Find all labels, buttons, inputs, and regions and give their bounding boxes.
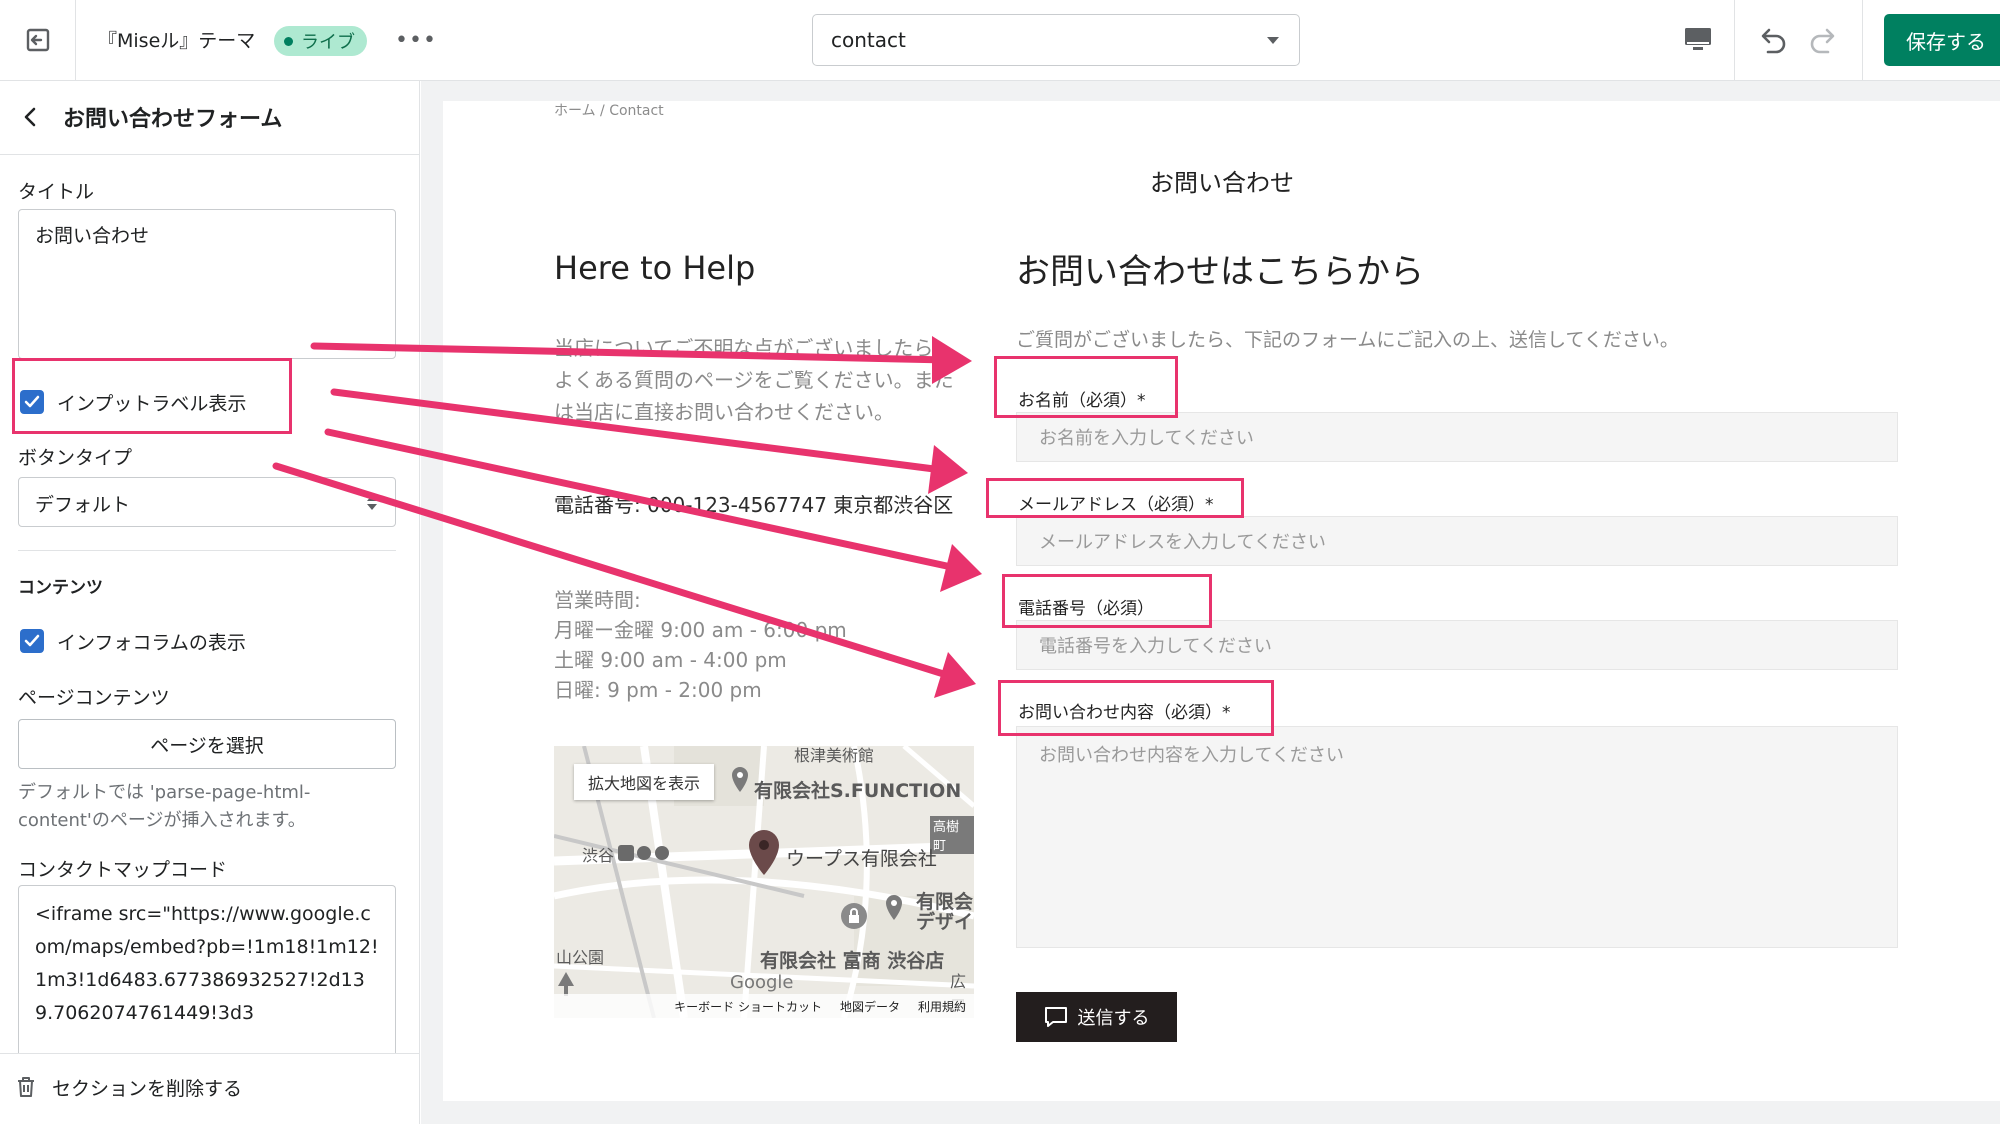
top-bar: 『Miseル』テーマ ライブ ••• contact 保存する (0, 0, 2000, 81)
save-button[interactable]: 保存する (1884, 14, 2000, 66)
form-title: お問い合わせはこちらから (1016, 252, 1424, 292)
info-column-checkbox[interactable] (20, 629, 44, 653)
redo-icon (1810, 28, 1835, 54)
sidebar-divider (18, 550, 396, 551)
map-label-shibuya: 渋谷 (582, 846, 615, 865)
page-content-help-text: デフォルトでは 'parse-page-html-content'のページが挿入… (18, 782, 311, 831)
business-hours-saturday: 土曜 9:00 am - 4:00 pm (554, 648, 787, 672)
delete-section-button[interactable]: セクションを削除する (52, 1074, 242, 1101)
submit-button-label: 送信する (1077, 1008, 1150, 1029)
page-select-value: contact (831, 28, 906, 52)
annotation-box-input-label (12, 358, 292, 434)
annotation-box-email-label (986, 478, 1244, 518)
sidebar-footer: セクションを削除する (0, 1053, 419, 1124)
settings-sidebar: お問い合わせフォーム タイトル お問い合わせ インプットラベル表示 ボタンタイプ… (0, 81, 420, 1124)
checkmark-icon (24, 634, 40, 647)
chat-bubble-icon (1044, 1007, 1067, 1027)
annotation-box-name-label (994, 356, 1178, 418)
live-dot-icon (284, 36, 293, 46)
live-badge-label: ライブ (301, 32, 355, 53)
chevron-down-icon (1267, 37, 1279, 44)
exit-icon (26, 28, 49, 52)
message-field[interactable]: お問い合わせ内容を入力してください (1016, 726, 1898, 948)
map-label-woops: ウープス有限会社 (786, 848, 937, 870)
page-title: お問い合わせ (1150, 169, 1294, 197)
theme-name: 『Miseル』テーマ (98, 30, 256, 52)
info-column-title: Here to Help (554, 249, 756, 287)
map-terms-link[interactable]: 利用規約 (918, 998, 966, 1015)
select-arrows-icon (367, 504, 377, 510)
annotation-box-phone-label (1002, 574, 1212, 628)
map-label-museum: 根津美術館 (794, 746, 875, 765)
business-hours-weekday: 月曜ー金曜 9:00 am - 6:00 pm (554, 618, 847, 642)
sidebar-header: お問い合わせフォーム (0, 81, 419, 155)
content-section-heading: コンテンツ (18, 578, 103, 598)
undo-icon (1761, 28, 1786, 54)
map-lock-icon (841, 903, 867, 929)
button-type-select[interactable]: デフォルト (18, 477, 396, 527)
trash-icon (18, 1077, 34, 1097)
toolbar-divider (1734, 0, 1735, 80)
annotation-box-message-label (998, 680, 1274, 736)
button-type-value: デフォルト (35, 494, 131, 516)
title-field-input[interactable]: お問い合わせ (18, 209, 396, 359)
page-content-label: ページコンテンツ (18, 687, 170, 709)
map-keyboard-shortcuts-link[interactable]: キーボード ショートカット (674, 998, 822, 1015)
embedded-map[interactable]: 拡大地図を表示 根津美術館 有限会社S.FUNCTION 高樹町 渋谷 ウープス… (554, 746, 974, 1018)
sidebar-title: お問い合わせフォーム (63, 107, 283, 132)
map-pin-icon (732, 767, 748, 792)
map-data-link[interactable]: 地図データ (840, 998, 900, 1015)
name-field[interactable]: お名前を入力してください (1016, 412, 1898, 462)
map-code-input[interactable]: <iframe src="https://www.google.com/maps… (18, 885, 396, 1055)
map-footer: キーボード ショートカット 地図データ 利用規約 (554, 994, 974, 1018)
more-actions-button[interactable]: ••• (395, 22, 436, 58)
undo-button[interactable] (1752, 20, 1792, 60)
select-page-button[interactable]: ページを選択 (18, 719, 396, 769)
toolbar-divider (1862, 0, 1863, 80)
google-logo: Google (730, 972, 794, 993)
map-code-label: コンタクトマップコード (18, 859, 228, 881)
desktop-view-button[interactable] (1676, 20, 1720, 60)
live-status-badge: ライブ (274, 26, 367, 56)
map-label-tomita: 有限会社 富商 渋谷店 (760, 950, 945, 972)
exit-editor-button[interactable] (0, 0, 76, 80)
select-arrows-icon (367, 495, 377, 501)
redo-button[interactable] (1804, 20, 1844, 60)
page-template-select[interactable]: contact (812, 14, 1300, 66)
map-marker-icon (749, 830, 779, 875)
map-transit-icon (618, 845, 669, 861)
map-label-sfunction: 有限会社S.FUNCTION (754, 780, 962, 802)
map-pin-icon (886, 895, 902, 920)
map-label-design: 有限会 デザイ (916, 891, 974, 933)
map-expand-button[interactable]: 拡大地図を表示 (574, 764, 714, 800)
map-label-park: 山公園 (556, 948, 605, 967)
info-column-toggle-label: インフォコラムの表示 (57, 632, 246, 654)
submit-button[interactable]: 送信する (1016, 992, 1177, 1042)
form-description: ご質問がございましたら、下記のフォームにご記入の上、送信してください。 (1016, 329, 1679, 351)
email-field[interactable]: メールアドレスを入力してください (1016, 516, 1898, 566)
title-field-label: タイトル (18, 181, 95, 203)
desktop-icon (1685, 28, 1711, 50)
back-arrow-icon[interactable] (20, 105, 42, 129)
business-hours-heading: 営業時間: (554, 588, 641, 612)
business-hours-sunday: 日曜: 9 pm - 2:00 pm (554, 678, 762, 702)
breadcrumb[interactable]: ホーム / Contact (554, 100, 664, 120)
info-phone-address: 電話番号: 000-123-4567747 東京都渋谷区 (554, 493, 954, 517)
info-column-text: 当店についてご不明な点がございましたら、よくある質問のページをご覧ください。また… (554, 336, 954, 424)
button-type-label: ボタンタイプ (18, 447, 133, 469)
